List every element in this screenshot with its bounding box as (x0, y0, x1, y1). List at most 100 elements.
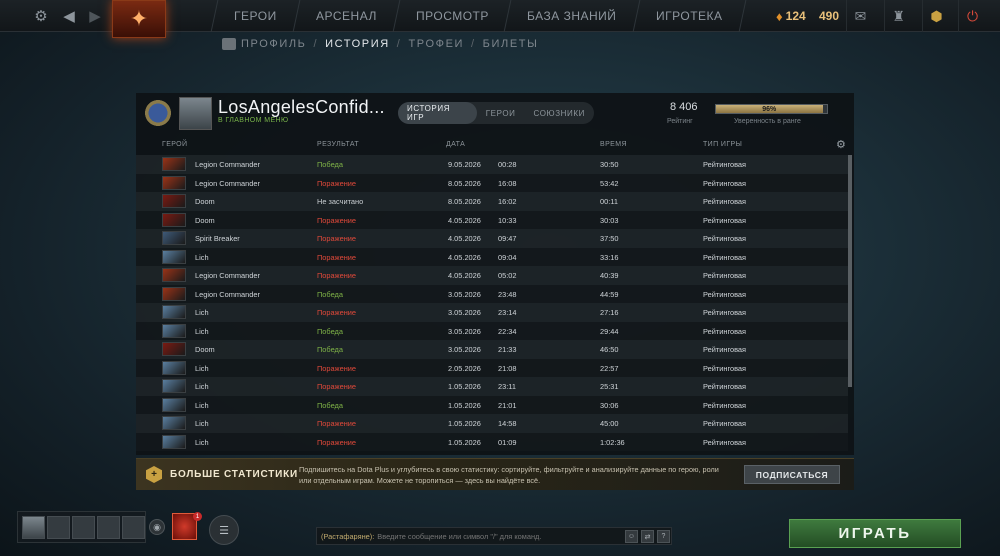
match-date: 4.05.2026 (448, 252, 481, 262)
match-result: Победа (317, 345, 343, 354)
nav-knowledge[interactable]: БАЗА ЗНАНИЙ (504, 0, 640, 32)
back-icon[interactable]: ◀ (56, 0, 82, 32)
match-result: Поражение (317, 437, 357, 447)
nav-watch[interactable]: ПРОСМОТР (392, 0, 511, 32)
match-duration: 29:44 (600, 326, 619, 336)
match-date: 1.05.2026 (448, 419, 481, 428)
gear-icon[interactable]: ⚙ (28, 0, 54, 32)
scrollbar-thumb[interactable] (848, 155, 852, 387)
chat-channel[interactable]: (Растафаряне): (321, 532, 374, 541)
match-duration: 40:39 (600, 271, 619, 280)
forward-icon[interactable]: ▶ (82, 0, 108, 32)
hero-portrait-icon (162, 416, 186, 430)
shards-counter[interactable]: ♦ 124 (776, 0, 806, 32)
col-result[interactable]: РЕЗУЛЬТАТ (317, 141, 359, 148)
nav-arcade[interactable]: ИГРОТЕКА (632, 0, 746, 32)
party-slot[interactable] (72, 515, 95, 539)
tab-match-history[interactable]: ИСТОРИЯ ИГР (398, 102, 477, 124)
hero-portrait-icon (162, 323, 186, 338)
dota-plus-icon: + (146, 466, 162, 483)
table-row[interactable]: Lich Поражение 1.05.2026 14:58 45:00 Рейтинго… (136, 414, 848, 433)
nav-arsenal[interactable]: АРСЕНАЛ (292, 0, 399, 32)
table-row[interactable]: Lich Победа 1.05.2026 21:01 30:06 Рейтинговая (136, 395, 848, 414)
hero-portrait-icon (162, 231, 186, 245)
hero-name: Lich (195, 252, 209, 262)
table-row[interactable]: Lich Поражение 4.05.2026 09:04 33:16 Рейтинго… (136, 247, 848, 266)
play-button[interactable]: ИГРАТЬ (789, 519, 961, 548)
hero-name: Legion Commander (195, 178, 260, 188)
table-row[interactable]: Doom Победа 3.05.2026 21:33 46:50 Рейтинговая (136, 340, 848, 359)
match-result: Поражение (317, 308, 357, 317)
nav-heroes-label: ГЕРОИ (234, 9, 277, 23)
shard-icon: ♦ (776, 8, 783, 24)
match-duration: 45:00 (600, 419, 619, 428)
party-slot-self[interactable] (22, 515, 45, 539)
tab-allies[interactable]: СОЮЗНИКИ (525, 102, 594, 124)
inventory-icon[interactable]: ♜ (884, 0, 912, 32)
chat-help-icon[interactable]: ? (657, 530, 670, 543)
tab-heroes[interactable]: ГЕРОИ (477, 102, 525, 124)
table-row[interactable]: Spirit Breaker Поражение 4.05.2026 09:47 37:… (136, 229, 848, 248)
hero-name: Legion Commander (195, 271, 260, 280)
subnav-trophies[interactable]: ТРОФЕИ (408, 38, 464, 50)
table-row[interactable]: Legion Commander Поражение 4.05.2026 05:02 4… (136, 266, 848, 285)
hero-name: Doom (195, 197, 215, 206)
voice-icon[interactable]: ◉ (149, 519, 165, 535)
match-list: Legion Commander Победа 9.05.2026 00:28 30:5… (136, 155, 848, 451)
match-duration: 22:57 (600, 363, 619, 373)
dota-logo-icon[interactable]: ✦ (112, 0, 166, 38)
table-row[interactable]: Legion Commander Победа 3.05.2026 23:48 44:5… (136, 284, 848, 303)
col-date[interactable]: ДАТА (446, 141, 465, 148)
table-row[interactable]: Lich Поражение 1.05.2026 23:11 25:31 Рейтинго… (136, 377, 848, 396)
level-counter: 490 (819, 0, 839, 32)
power-icon[interactable]: ⏻ (958, 0, 986, 32)
subnav-tickets[interactable]: БИЛЕТЫ (483, 38, 539, 50)
match-result: Поражение (317, 382, 357, 391)
mail-icon[interactable]: ✉ (846, 0, 874, 32)
col-game-type[interactable]: ТИП ИГРЫ (703, 141, 742, 148)
party-slot[interactable] (47, 515, 70, 539)
col-duration[interactable]: ВРЕМЯ (600, 141, 627, 148)
profile-icon (222, 38, 236, 50)
hero-name: Doom (195, 215, 215, 225)
col-hero[interactable]: ГЕРОЙ (162, 141, 187, 148)
party-slot[interactable] (97, 515, 120, 539)
table-row[interactable]: Legion Commander Победа 9.05.2026 00:28 30:5… (136, 155, 848, 174)
match-date: 2.05.2026 (448, 363, 481, 373)
friends-icon[interactable]: ☰ (209, 515, 239, 545)
table-row[interactable]: Lich Поражение 2.05.2026 21:08 22:57 Рейтинго… (136, 358, 848, 377)
plus-icon[interactable]: ⬢ (922, 0, 950, 32)
party-slot[interactable] (122, 515, 145, 539)
subnav-separator: / (471, 38, 476, 50)
match-duration: 25:31 (600, 382, 619, 391)
chat-settings-icon[interactable]: ⇄ (641, 530, 654, 543)
hero-portrait-icon (162, 305, 186, 319)
scrollbar[interactable] (848, 155, 852, 387)
game-type: Рейтинговая (703, 271, 747, 280)
avatar[interactable] (179, 97, 212, 130)
emoji-icon[interactable]: ☺ (625, 530, 638, 543)
match-date: 3.05.2026 (448, 289, 481, 299)
match-time: 23:11 (498, 382, 516, 391)
match-date: 1.05.2026 (448, 437, 481, 447)
game-type: Рейтинговая (703, 234, 747, 243)
table-row[interactable]: Lich Победа 3.05.2026 22:34 29:44 Рейтинговая (136, 321, 848, 340)
match-result: Не засчитано (317, 197, 364, 206)
subnav-history[interactable]: ИСТОРИЯ (325, 38, 390, 50)
subnav-separator: / (313, 38, 319, 50)
table-settings-gear-icon[interactable]: ⚙ (836, 138, 846, 151)
subnav-profile[interactable]: ПРОФИЛЬ (241, 38, 306, 50)
confidence-bar: 96% (715, 104, 828, 114)
subscribe-button[interactable]: ПОДПИСАТЬСЯ (744, 465, 840, 484)
table-row[interactable]: Legion Commander Поражение 8.05.2026 16:08 5… (136, 173, 848, 192)
match-time: 21:08 (498, 363, 517, 373)
match-duration: 44:59 (600, 289, 619, 299)
table-row[interactable]: Doom Не засчитано 8.05.2026 16:02 00:11 Рейти… (136, 192, 848, 211)
rank-medal-icon (141, 97, 175, 129)
match-result: Поражение (317, 178, 357, 188)
game-type: Рейтинговая (703, 363, 747, 373)
table-row[interactable]: Lich Поражение 3.05.2026 23:14 27:16 Рейтинго… (136, 303, 848, 322)
table-row[interactable]: Doom Поражение 4.05.2026 10:33 30:03 Рейтинго… (136, 210, 848, 229)
table-row[interactable]: Lich Поражение 1.05.2026 01:09 1:02:36 Рейтин… (136, 432, 848, 451)
nav-heroes[interactable]: ГЕРОИ (210, 0, 300, 32)
